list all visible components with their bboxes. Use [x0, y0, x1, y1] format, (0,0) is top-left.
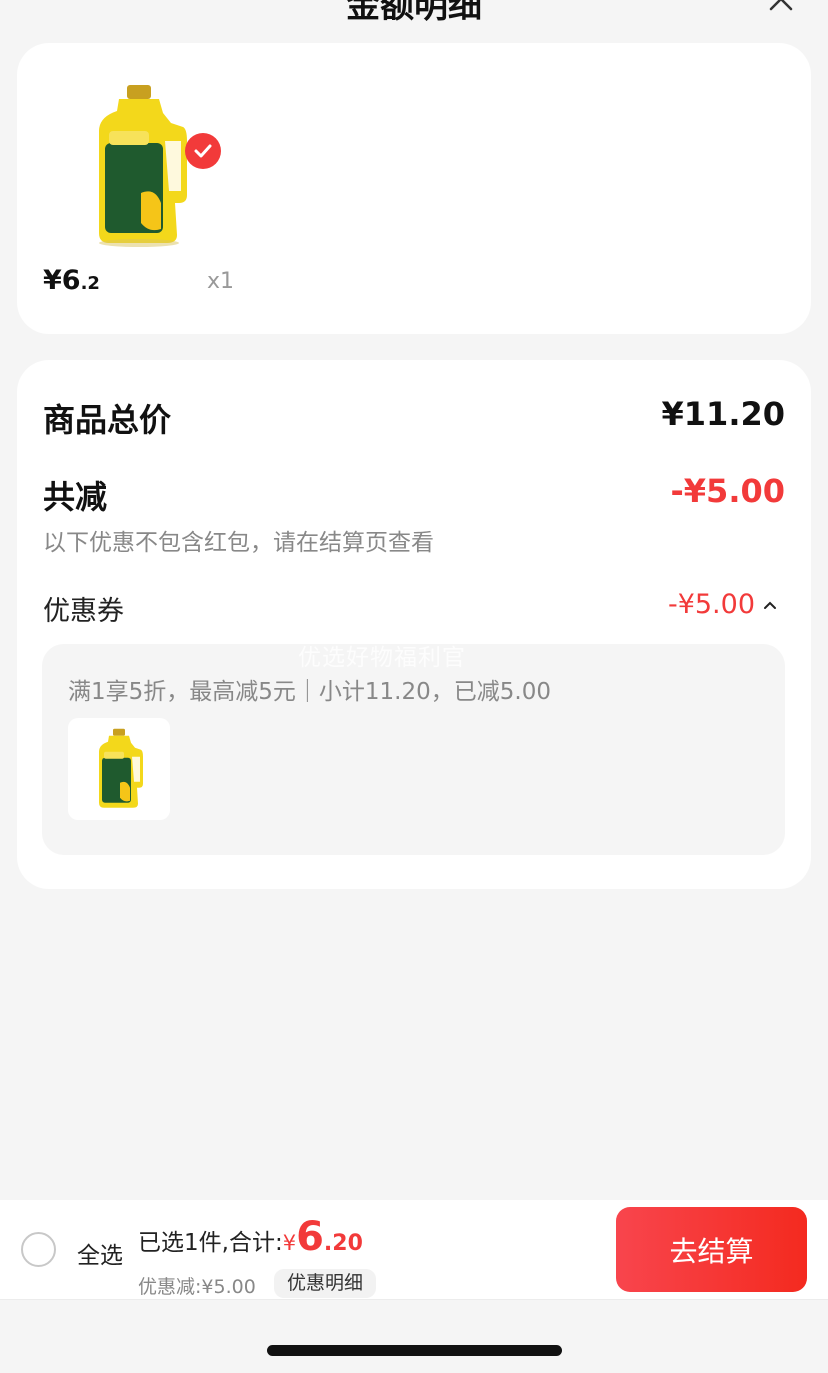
- coupon-detail-box: 满1享5折，最高减5元｜小计11.20，已减5.00: [42, 644, 785, 855]
- watermark: 优选好物福利官: [298, 645, 466, 671]
- checkout-button[interactable]: 去结算: [616, 1207, 807, 1292]
- coupon-value: -¥5.00: [667, 589, 755, 620]
- coupon-description: 满1享5折，最高减5元｜小计11.20，已减5.00: [68, 679, 551, 705]
- product-image: [79, 83, 199, 248]
- coupon-toggle[interactable]: -¥5.00: [668, 589, 777, 620]
- reduce-label: 共减: [43, 478, 108, 516]
- reduce-value: -¥5.00: [670, 472, 786, 510]
- home-indicator: [267, 1345, 562, 1356]
- discount-detail-button[interactable]: 优惠明细: [274, 1269, 377, 1298]
- checkout-bar: 全选 已选1件,合计: ¥ 6 .20 优惠减:¥5.00 优惠明细 去结算: [0, 1200, 828, 1300]
- discount-note: 以下优惠不包含红包，请在结算页查看: [43, 530, 434, 556]
- check-badge-icon[interactable]: [185, 133, 221, 169]
- total-dec: .20: [323, 1231, 363, 1256]
- discount-summary: 优惠减:¥5.00: [138, 1276, 256, 1298]
- total-int: 6: [296, 1214, 324, 1260]
- select-all-radio[interactable]: [21, 1232, 56, 1267]
- sheet-title: 金额明细: [346, 0, 482, 26]
- chevron-up-icon: [764, 601, 776, 609]
- product-price: ¥6.2: [43, 265, 100, 296]
- select-all-label[interactable]: 全选: [77, 1236, 123, 1270]
- product-quantity: x1: [207, 269, 235, 294]
- product-price-int: ¥6: [43, 265, 81, 296]
- total-line: 已选1件,合计: ¥ 6 .20: [138, 1214, 363, 1260]
- selected-text: 已选1件,合计:: [138, 1230, 283, 1256]
- total-currency: ¥: [282, 1231, 297, 1255]
- coupon-label: 优惠券: [43, 596, 124, 627]
- total-price-label: 商品总价: [43, 401, 172, 439]
- coupon-product-thumbnail: [68, 718, 170, 820]
- product-card: ¥6.2 x1: [17, 43, 811, 334]
- summary-card: 商品总价 ¥11.20 共减 -¥5.00 以下优惠不包含红包，请在结算页查看 …: [17, 360, 811, 889]
- total-price-value: ¥11.20: [661, 395, 785, 433]
- product-price-dec: .2: [80, 273, 100, 294]
- close-icon[interactable]: [768, 0, 794, 12]
